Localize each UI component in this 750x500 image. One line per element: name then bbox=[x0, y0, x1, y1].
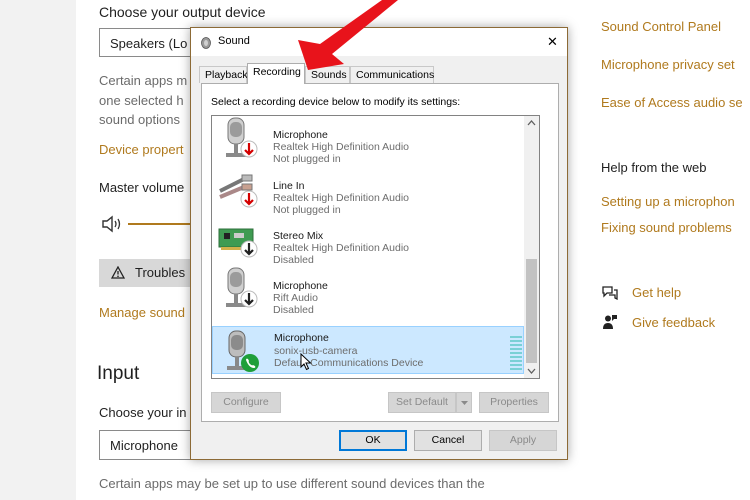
output-desc-1: Certain apps m bbox=[99, 73, 188, 88]
master-volume-label: Master volume bbox=[99, 180, 185, 195]
input-heading: Input bbox=[97, 363, 140, 384]
mouse-cursor-icon bbox=[300, 353, 312, 371]
master-volume-slider[interactable] bbox=[128, 223, 190, 225]
setting-up-microphone-link[interactable]: Setting up a microphon bbox=[601, 194, 735, 209]
output-device-dropdown[interactable]: Speakers (Lo bbox=[99, 28, 194, 57]
give-feedback-link[interactable]: Give feedback bbox=[632, 315, 715, 330]
cancel-button[interactable]: Cancel bbox=[414, 430, 482, 451]
device-driver: Realtek High Definition Audio bbox=[273, 192, 409, 204]
sound-control-panel-link[interactable]: Sound Control Panel bbox=[601, 19, 721, 34]
input-device-value: Microphone bbox=[110, 438, 178, 453]
device-properties-link[interactable]: Device propert bbox=[99, 142, 184, 157]
device-driver: sonix-usb-camera bbox=[274, 345, 358, 357]
scroll-down-icon[interactable] bbox=[527, 368, 536, 374]
device-name: Line In bbox=[273, 180, 305, 192]
input-choose-label: Choose your in bbox=[99, 405, 187, 420]
close-icon[interactable]: ✕ bbox=[547, 34, 558, 50]
instruction-text: Select a recording device below to modif… bbox=[211, 96, 461, 108]
ease-of-access-audio-link[interactable]: Ease of Access audio se bbox=[601, 95, 743, 110]
microphone-privacy-link[interactable]: Microphone privacy set bbox=[601, 57, 735, 72]
ok-button[interactable]: OK bbox=[339, 430, 407, 451]
device-driver: Rift Audio bbox=[273, 292, 318, 304]
input-device-dropdown[interactable]: Microphone bbox=[99, 430, 194, 460]
get-help-link[interactable]: Get help bbox=[632, 285, 681, 300]
output-desc-3: sound options bbox=[99, 112, 180, 127]
sound-dialog-icon bbox=[201, 37, 211, 49]
warning-icon bbox=[111, 266, 125, 279]
device-item[interactable]: Microphone Realtek High Definition Audio… bbox=[212, 116, 524, 165]
output-heading: Choose your output device bbox=[99, 4, 266, 20]
device-status: Disabled bbox=[273, 304, 314, 316]
device-item[interactable]: Stereo Mix Realtek High Definition Audio… bbox=[212, 214, 524, 266]
troubleshoot-label: Troubles bbox=[135, 265, 186, 280]
chevron-down-icon bbox=[461, 401, 468, 405]
sound-dialog: Sound ✕ Playback Recording Sounds Commun… bbox=[190, 27, 568, 460]
recording-device-list[interactable]: Microphone Realtek High Definition Audio… bbox=[211, 115, 540, 379]
scrollbar-thumb[interactable] bbox=[526, 259, 537, 363]
dialog-title: Sound bbox=[218, 35, 250, 47]
device-list-scrollbar[interactable] bbox=[524, 116, 539, 378]
set-default-button[interactable]: Set Default bbox=[388, 392, 456, 413]
properties-button[interactable]: Properties bbox=[479, 392, 549, 413]
configure-button[interactable]: Configure bbox=[211, 392, 281, 413]
line-in-icon bbox=[219, 174, 258, 208]
manage-sound-devices-link[interactable]: Manage sound bbox=[99, 305, 185, 320]
device-driver: Realtek High Definition Audio bbox=[273, 242, 409, 254]
device-item-selected[interactable]: Microphone sonix-usb-camera Default Comm… bbox=[212, 326, 524, 374]
input-desc: Certain apps may be set up to use differ… bbox=[99, 476, 485, 491]
device-name: Stereo Mix bbox=[273, 230, 324, 242]
input-level-meter bbox=[510, 336, 522, 372]
device-name: Microphone bbox=[274, 332, 329, 344]
device-item[interactable]: Microphone Rift Audio Disabled bbox=[212, 264, 524, 316]
device-name: Microphone bbox=[273, 129, 328, 141]
device-status: Default Communications Device bbox=[274, 357, 424, 369]
microphone-icon bbox=[226, 117, 258, 158]
device-name: Microphone bbox=[273, 280, 328, 292]
scroll-up-icon[interactable] bbox=[527, 120, 536, 126]
give-feedback-icon bbox=[603, 315, 617, 329]
set-default-dropdown[interactable] bbox=[456, 392, 472, 413]
tab-recording[interactable]: Recording bbox=[247, 63, 305, 84]
tab-playback[interactable]: Playback bbox=[199, 66, 248, 83]
red-arrow-annotation bbox=[298, 0, 398, 70]
speaker-icon[interactable] bbox=[101, 215, 123, 233]
output-desc-2: one selected h bbox=[99, 93, 184, 108]
fixing-sound-problems-link[interactable]: Fixing sound problems bbox=[601, 220, 732, 235]
microphone-icon bbox=[227, 330, 259, 372]
output-device-value: Speakers (Lo bbox=[110, 36, 188, 51]
microphone-icon bbox=[226, 267, 258, 308]
device-item[interactable]: Line In Realtek High Definition Audio No… bbox=[212, 164, 524, 216]
troubleshoot-button[interactable]: Troubles bbox=[99, 259, 191, 287]
apply-button[interactable]: Apply bbox=[489, 430, 557, 451]
device-driver: Realtek High Definition Audio bbox=[273, 141, 409, 153]
get-help-icon bbox=[602, 286, 618, 300]
help-heading: Help from the web bbox=[601, 160, 707, 175]
sound-card-icon bbox=[218, 228, 258, 258]
